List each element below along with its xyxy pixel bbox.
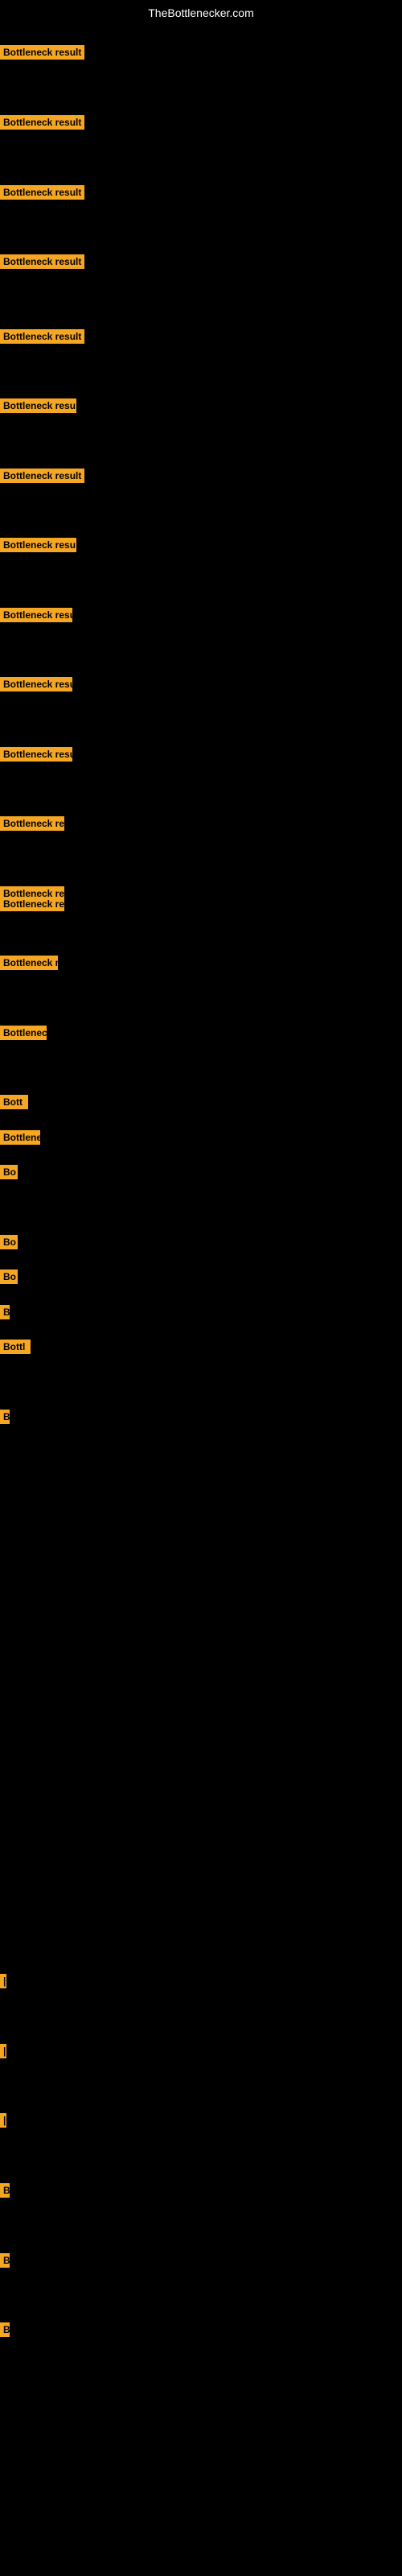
- badge-25[interactable]: |: [0, 1974, 6, 1988]
- badge-7[interactable]: Bottleneck result: [0, 469, 84, 483]
- badge-30[interactable]: B: [0, 2322, 10, 2337]
- badge-19[interactable]: Bo: [0, 1165, 18, 1179]
- badge-15[interactable]: Bottleneck re: [0, 956, 58, 970]
- badge-16[interactable]: Bottlenec: [0, 1026, 47, 1040]
- badge-10[interactable]: Bottleneck resu: [0, 677, 72, 691]
- site-title: TheBottlenecker.com: [148, 6, 254, 19]
- badge-8[interactable]: Bottleneck resu: [0, 538, 76, 552]
- badge-9[interactable]: Bottleneck resu: [0, 608, 72, 622]
- badge-20[interactable]: Bo: [0, 1235, 18, 1249]
- badge-1[interactable]: Bottleneck result: [0, 45, 84, 60]
- badge-4[interactable]: Bottleneck result: [0, 254, 84, 269]
- badge-24[interactable]: B: [0, 1410, 10, 1424]
- badge-11[interactable]: Bottleneck resu: [0, 747, 72, 762]
- badge-6[interactable]: Bottleneck resu: [0, 398, 76, 413]
- badge-21[interactable]: Bo: [0, 1269, 18, 1284]
- badge-28[interactable]: B: [0, 2183, 10, 2198]
- badge-5[interactable]: Bottleneck result: [0, 329, 84, 344]
- badge-22[interactable]: B: [0, 1305, 10, 1319]
- badge-23[interactable]: Bottl: [0, 1340, 31, 1354]
- badge-14[interactable]: Bottleneck res: [0, 897, 64, 911]
- badge-18[interactable]: Bottlene: [0, 1130, 40, 1145]
- badge-29[interactable]: B: [0, 2253, 10, 2268]
- badge-26[interactable]: |: [0, 2044, 6, 2058]
- badge-17[interactable]: Bott: [0, 1095, 28, 1109]
- badge-12[interactable]: Bottleneck res: [0, 816, 64, 831]
- badge-2[interactable]: Bottleneck result: [0, 115, 84, 130]
- badge-3[interactable]: Bottleneck result: [0, 185, 84, 200]
- badge-27[interactable]: |: [0, 2113, 6, 2128]
